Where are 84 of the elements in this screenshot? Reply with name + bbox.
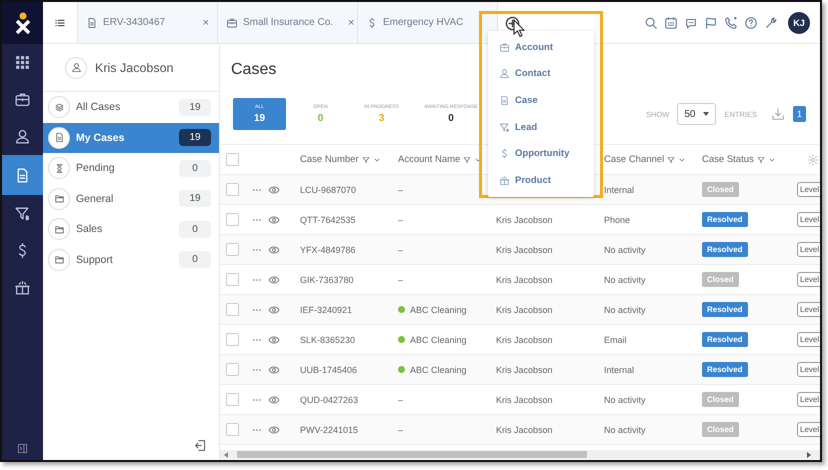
page-size-select[interactable]: 50 [677,103,716,125]
table-cell-text: Phone [604,214,632,224]
sidebar-item[interactable]: All Cases 19 [43,92,219,122]
table-cell-text: – [398,424,404,434]
table-cell-text: – [398,184,404,194]
menu-item[interactable]: Product [488,166,594,194]
table-cell-text: Email [604,334,628,344]
table-cell-text: No activity [604,274,647,284]
table-cell-text: UUB-1745406 [300,364,358,374]
table-cell-text: IEF-3240921 [300,304,354,314]
count-badge: 0 [179,251,211,268]
table-cell-text: Kris Jacobson [496,244,554,254]
count-badge: 19 [179,98,211,116]
table-cell-text: Internal [604,184,636,194]
table-cell-text: – [398,244,404,254]
sidebar-item[interactable]: My Cases 19 [43,122,219,153]
tab[interactable]: Small Insurance Co. × [218,2,358,43]
table-cell-text: Kris Jacobson [496,304,554,314]
table-cell: ABC Cleaning [410,304,467,314]
sidebar-item[interactable]: Support 0 [43,244,219,275]
status-badge: Resolved [702,242,748,257]
table-cell-text: Kris Jacobson [496,364,554,374]
sidebar-item[interactable]: Pending 0 [43,153,219,184]
menu-item[interactable]: Lead [488,114,594,140]
table-cell-text: LCU-9687070 [300,184,358,194]
status-badge: Closed [702,182,739,197]
table-cell-text: – [398,214,404,224]
level-button[interactable]: Level [797,362,820,377]
level-button[interactable]: Level [797,392,820,407]
count-badge: 0 [179,160,211,177]
table-cell-text: – [398,394,404,404]
status-badge: Resolved [702,362,748,377]
close-icon[interactable]: × [338,16,354,28]
status-badge: Closed [702,392,739,407]
table-cell-text: Internal [604,364,636,374]
status-badge: Resolved [702,332,748,347]
column-header[interactable]: Case Number [300,154,359,165]
table-cell-text: QTT-7642535 [300,214,357,224]
status-badge: Closed [702,422,739,437]
tab[interactable]: Emergency HVAC [358,2,498,43]
level-button[interactable]: Level [797,242,820,257]
table-cell-text: GIK-7363780 [300,274,355,284]
count-badge: 19 [179,190,211,208]
status-badge: Resolved [702,302,748,317]
user-name: Kris Jacobson [95,60,174,74]
page-title: Cases [231,61,276,80]
table-cell-text: No activity [604,244,647,254]
table-cell-text: – [398,274,404,284]
column-header[interactable]: Case Channel [604,154,664,165]
level-button[interactable]: Level [797,422,820,437]
level-button[interactable]: Level [797,272,820,287]
table-cell-text: Kris Jacobson [496,394,554,404]
page-button[interactable]: 1 [793,106,806,122]
sidebar-item[interactable]: General 19 [43,184,219,214]
count-badge: 0 [179,220,211,238]
close-icon[interactable]: × [192,16,209,28]
table-cell-text: Kris Jacobson [496,334,554,344]
level-button[interactable]: Level [797,212,820,227]
tab[interactable]: ERV-3430467 × [78,2,218,43]
table-cell-text: SLK-8365230 [300,334,356,344]
table-cell-text: No activity [604,424,647,434]
column-header[interactable]: Case Status [702,154,754,165]
level-button[interactable]: Level [797,332,820,347]
table-cell-text: No activity [604,304,647,314]
count-badge: 19 [179,129,211,146]
menu-item[interactable]: Case [488,87,594,114]
table-cell-text: QUD-0427263 [300,394,360,404]
status-badge: Closed [702,272,739,287]
menu-item[interactable]: Opportunity [488,140,594,167]
menu-item[interactable]: Contact [488,60,594,88]
table-cell: ABC Cleaning [410,334,467,344]
table-cell: ABC Cleaning [410,364,467,374]
table-cell-text: Kris Jacobson [496,214,554,224]
table-cell-text: PWV-2241015 [300,424,360,434]
column-header[interactable]: Account Name [398,154,460,165]
level-button[interactable]: Level [797,182,820,197]
table-cell-text: No activity [604,394,647,404]
user-avatar[interactable]: KJ [788,12,810,34]
table-cell-text: Kris Jacobson [496,424,554,434]
level-button[interactable]: Level [797,302,820,317]
status-badge: Resolved [702,212,748,227]
table-cell-text: Kris Jacobson [496,274,554,284]
table-cell-text: YFX-4849786 [300,244,357,254]
sidebar-item[interactable]: Sales 0 [43,214,219,244]
